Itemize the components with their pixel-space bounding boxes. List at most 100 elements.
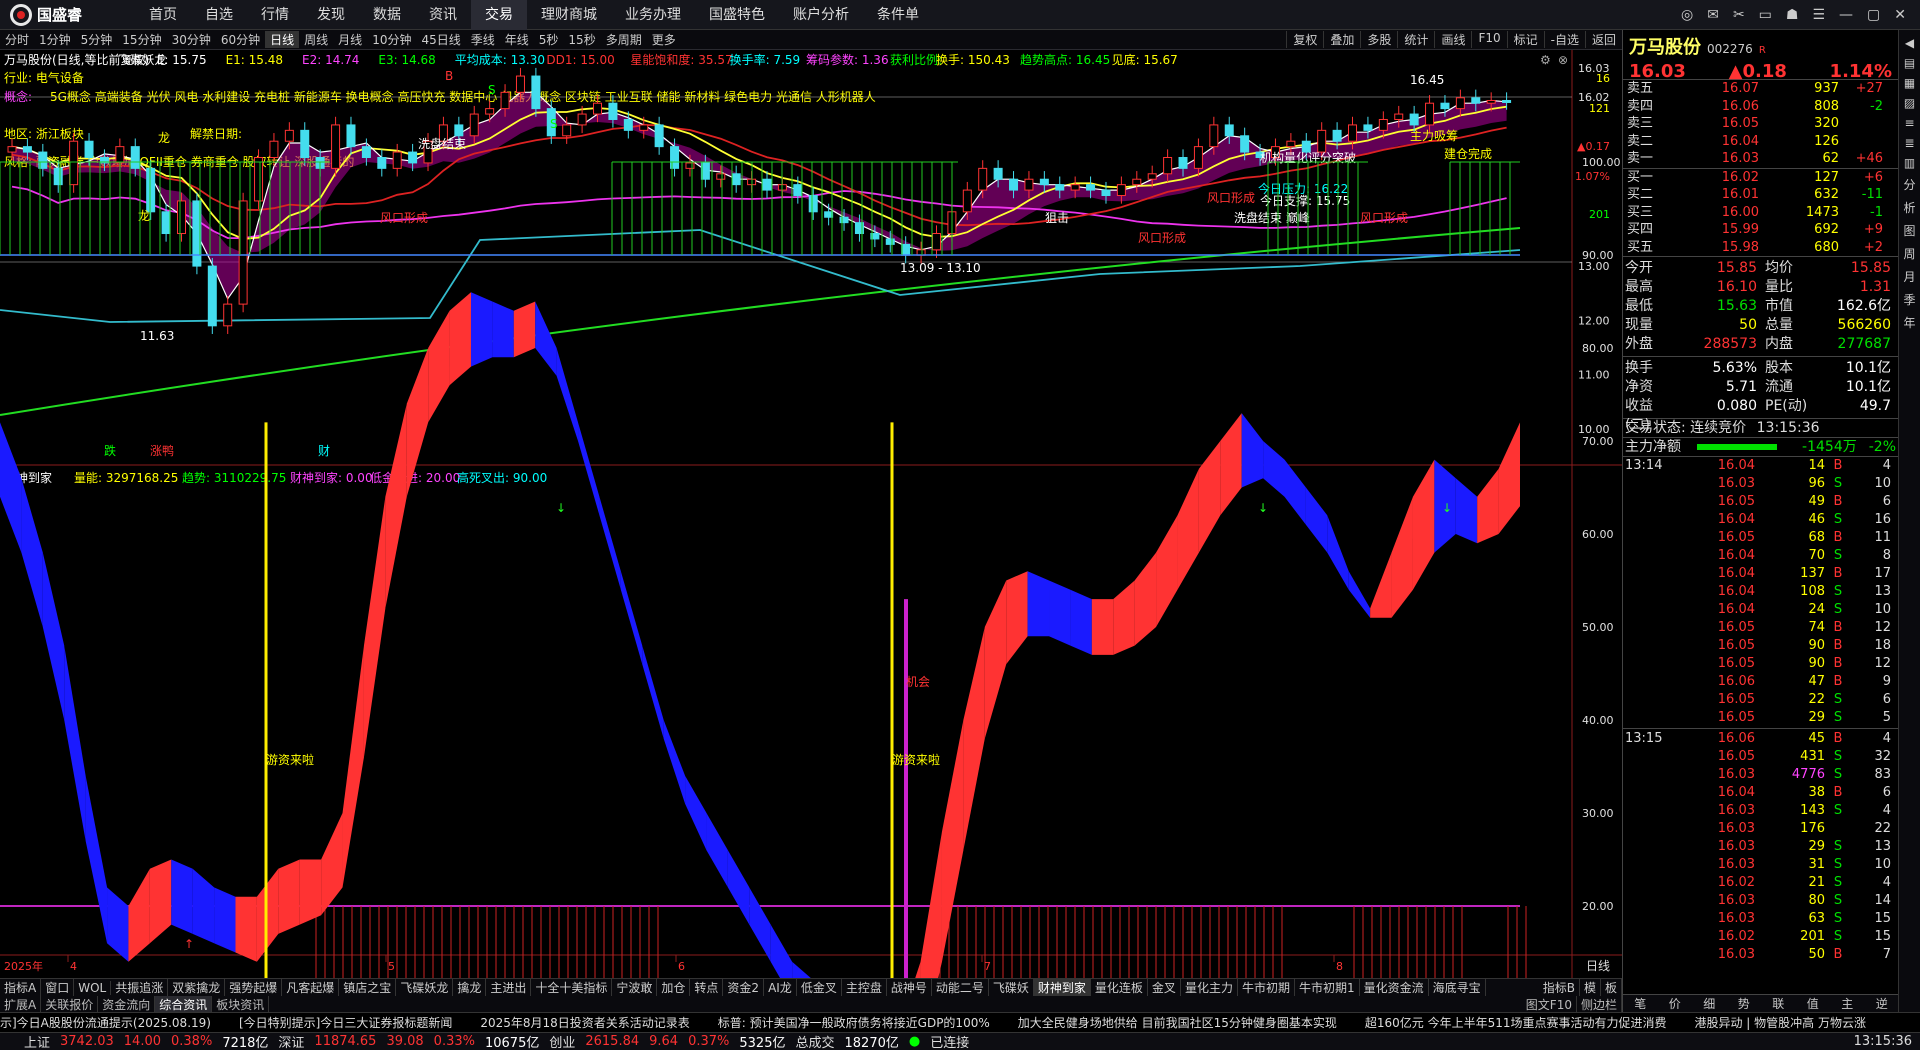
menu-item-6[interactable]: 交易: [471, 0, 527, 30]
menu-item-4[interactable]: 数据: [359, 0, 415, 30]
indicator-tab-15[interactable]: 资金2: [723, 979, 765, 996]
indicator-tab-26[interactable]: 牛市初期: [1238, 979, 1295, 996]
indicator-tab-10[interactable]: 主进出: [486, 979, 532, 996]
menu-item-1[interactable]: 自选: [191, 0, 247, 30]
toolbar-btn-8[interactable]: 返回: [1584, 31, 1622, 48]
sidebar-item-3[interactable]: 周: [1903, 245, 1915, 262]
period-tab-11[interactable]: 季线: [466, 31, 500, 48]
sidebar-tool-icon-4[interactable]: ≡: [1904, 116, 1914, 130]
indicator-tab-9[interactable]: 擒龙: [453, 979, 487, 996]
toolbar-btn-4[interactable]: 画线: [1434, 31, 1471, 48]
period-tab-13[interactable]: 5秒: [534, 31, 564, 48]
sidebar-tool-icon-3[interactable]: ▨: [1904, 96, 1915, 110]
tools-icon[interactable]: ✂: [1733, 7, 1745, 23]
ext-tab-3[interactable]: 综合资讯: [155, 996, 213, 1012]
sidebar-tool-icon-0[interactable]: ◀: [1905, 36, 1914, 50]
indicator-tab-right-0[interactable]: 指标B: [1539, 979, 1580, 996]
sidebar-item-1[interactable]: 析: [1903, 199, 1915, 216]
quote-tab-3[interactable]: 势: [1738, 995, 1750, 1012]
quote-tab-6[interactable]: 主: [1841, 995, 1853, 1012]
period-tab-8[interactable]: 月线: [333, 31, 367, 48]
indicator-tab-8[interactable]: 飞碟妖龙: [396, 979, 454, 996]
toolbar-btn-5[interactable]: F10: [1471, 31, 1506, 48]
indicator-tab-right-2[interactable]: 板: [1601, 979, 1622, 996]
indicator-tab-29[interactable]: 海底寻宝: [1429, 979, 1486, 996]
period-tab-1[interactable]: 1分钟: [34, 31, 76, 48]
skin-icon[interactable]: ☗: [1786, 7, 1799, 23]
toolbar-btn-6[interactable]: 标记: [1506, 31, 1544, 48]
period-tab-9[interactable]: 10分钟: [367, 31, 416, 48]
indicator-tab-27[interactable]: 牛市初期1: [1295, 979, 1360, 996]
indicator-tab-0[interactable]: 指标A: [0, 979, 42, 996]
menu-item-5[interactable]: 资讯: [415, 0, 471, 30]
indicator-tab-21[interactable]: 飞碟妖: [989, 979, 1034, 996]
indicator-tab-19[interactable]: 战神号: [887, 979, 932, 996]
bid-row[interactable]: 买二 16.01 632 -11: [1623, 186, 1898, 204]
ask-row[interactable]: 卖一 16.03 62 +46: [1623, 150, 1898, 168]
toolbar-btn-2[interactable]: 多股: [1360, 31, 1397, 48]
indicator-tab-6[interactable]: 凡客起爆: [282, 979, 340, 996]
ask-row[interactable]: 卖四 16.06 808 -2: [1623, 98, 1898, 116]
sidebar-tool-icon-1[interactable]: ▤: [1904, 56, 1915, 70]
indicator-tab-2[interactable]: WOL: [74, 980, 112, 995]
menu-item-9[interactable]: 国盛特色: [695, 0, 779, 30]
toolbar-btn-0[interactable]: 复权: [1286, 31, 1323, 48]
indicator-tab-22[interactable]: 财神到家: [1033, 979, 1091, 996]
sidebar-tool-icon-5[interactable]: ≣: [1904, 136, 1914, 150]
bid-row[interactable]: 买三 16.00 1473 -1: [1623, 204, 1898, 222]
sidebar-item-0[interactable]: 分: [1903, 176, 1915, 193]
period-tab-0[interactable]: 分时: [0, 31, 34, 48]
ext-tab-0[interactable]: 扩展A: [0, 996, 42, 1012]
menu-item-3[interactable]: 发现: [303, 0, 359, 30]
indicator-tab-13[interactable]: 加仓: [657, 979, 691, 996]
ext-tab-right-1[interactable]: 侧边栏: [1577, 996, 1622, 1012]
quote-tab-0[interactable]: 笔: [1634, 995, 1646, 1012]
chart-area[interactable]: 万马股份(日线,等比前复权) 飞碟妖龙 E: 15.75 E1: 15.48 E2: 1…: [0, 50, 1622, 978]
ask-row[interactable]: 卖五 16.07 937 +27: [1623, 80, 1898, 98]
menu-icon[interactable]: ☰: [1812, 7, 1825, 23]
quote-tab-2[interactable]: 细: [1703, 995, 1715, 1012]
indicator-tab-3[interactable]: 共振追涨: [111, 979, 169, 996]
period-tab-7[interactable]: 周线: [299, 31, 333, 48]
period-tab-4[interactable]: 30分钟: [167, 31, 216, 48]
menu-item-10[interactable]: 账户分析: [779, 0, 863, 30]
indicator-tab-20[interactable]: 动能二号: [932, 979, 989, 996]
maximize-icon[interactable]: ▢: [1867, 7, 1880, 23]
bid-row[interactable]: 买四 15.99 692 +9: [1623, 221, 1898, 239]
news-item[interactable]: 示]今日A股股份流通提示(2025.08.19): [0, 1014, 211, 1031]
news-item[interactable]: 2025年8月18日投资者关系活动记录表: [480, 1014, 689, 1031]
sidebar-item-4[interactable]: 月: [1903, 268, 1915, 285]
toolbar-btn-7[interactable]: -自选: [1543, 31, 1585, 48]
indicator-tab-1[interactable]: 窗口: [41, 979, 75, 996]
indicator-tab-23[interactable]: 量化连板: [1091, 979, 1148, 996]
quote-tab-1[interactable]: 价: [1669, 995, 1681, 1012]
sidebar-item-5[interactable]: 季: [1903, 291, 1915, 308]
ask-row[interactable]: 卖二 16.04 126: [1623, 133, 1898, 151]
ext-tab-4[interactable]: 板块资讯: [212, 996, 270, 1012]
sidebar-item-2[interactable]: 图: [1903, 222, 1915, 239]
menu-item-11[interactable]: 条件单: [863, 0, 933, 30]
period-tab-15[interactable]: 多周期: [601, 31, 647, 48]
tick-list[interactable]: 13:14 16.04 14 B 4 16.03 96 S 10 16.05 49 B 6 16.04 46…: [1623, 457, 1898, 964]
ask-row[interactable]: 卖三 16.05 320: [1623, 115, 1898, 133]
ext-tab-right-0[interactable]: 图文F10: [1522, 996, 1577, 1012]
ext-tab-2[interactable]: 资金流向: [98, 996, 156, 1012]
chat-icon[interactable]: ◎: [1681, 7, 1693, 23]
kline-chart-svg[interactable]: 万马股份(日线,等比前复权)飞碟妖龙E: 15.75 E1: 15.48 E2: 1…: [0, 50, 1622, 978]
menu-item-2[interactable]: 行情: [247, 0, 303, 30]
toolbar-btn-3[interactable]: 统计: [1397, 31, 1434, 48]
menu-item-7[interactable]: 理财商城: [527, 0, 611, 30]
indicator-tab-14[interactable]: 转点: [690, 979, 724, 996]
menu-item-8[interactable]: 业务办理: [611, 0, 695, 30]
news-item[interactable]: 超160亿元 今年上半年511场重点赛事活动有力促进消费: [1365, 1014, 1667, 1031]
indicator-tab-11[interactable]: 十全十美指标: [531, 979, 613, 996]
indicator-tab-12[interactable]: 宁波敢: [612, 979, 658, 996]
sidebar-tool-icon-6[interactable]: ▥: [1904, 156, 1915, 170]
bid-row[interactable]: 买一 16.02 127 +6: [1623, 169, 1898, 187]
period-tab-3[interactable]: 15分钟: [117, 31, 166, 48]
quote-tab-7[interactable]: 逆: [1876, 995, 1888, 1012]
period-tab-14[interactable]: 15秒: [563, 31, 600, 48]
period-tab-16[interactable]: 更多: [647, 31, 681, 48]
sidebar-item-6[interactable]: 年: [1903, 314, 1915, 331]
ext-tab-1[interactable]: 关联报价: [41, 996, 99, 1012]
